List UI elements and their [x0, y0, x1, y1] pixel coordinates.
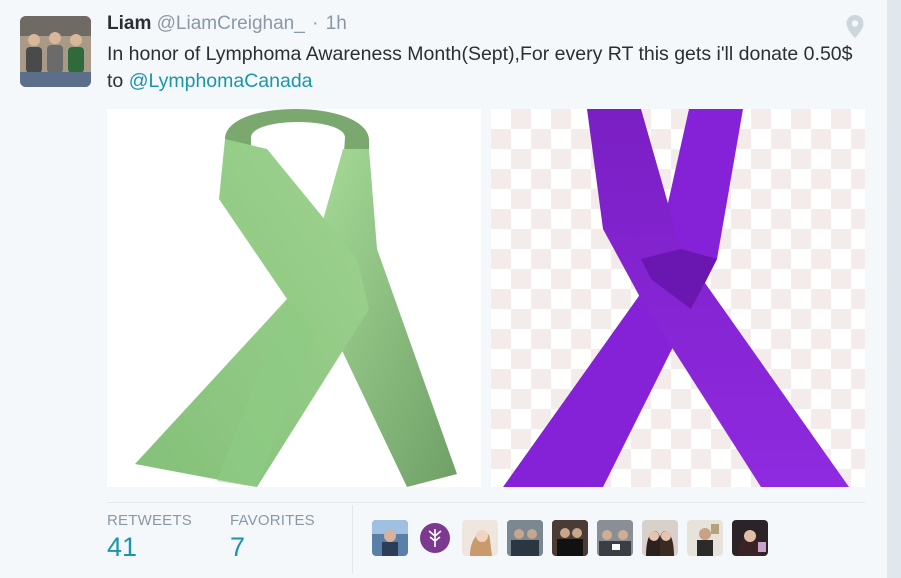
tweet-text: In honor of Lymphoma Awareness Month(Sep…: [107, 41, 867, 95]
favoriters-avatars: [372, 520, 768, 556]
favoriter-avatar[interactable]: [507, 520, 543, 556]
retweets-label[interactable]: RETWEETS: [107, 512, 192, 529]
stats-divider: [107, 502, 865, 503]
green-ribbon-graphic: [135, 109, 457, 487]
separator-dot: ·: [312, 13, 319, 34]
favoriter-avatar[interactable]: [462, 520, 498, 556]
favorites-label[interactable]: FAVORITES: [230, 512, 315, 529]
retweets-count[interactable]: 41: [107, 532, 137, 563]
tweet-header: Liam @LiamCreighan_ · 1h: [107, 13, 347, 35]
favoriter-avatar[interactable]: [642, 520, 678, 556]
purple-ribbon-graphic: [503, 109, 849, 487]
favoriter-avatar[interactable]: [732, 520, 768, 556]
favorites-count[interactable]: 7: [230, 532, 245, 563]
favoriter-avatar[interactable]: [552, 520, 588, 556]
author-name[interactable]: Liam: [107, 13, 151, 34]
map-pin-icon[interactable]: [845, 14, 865, 40]
author-handle[interactable]: @LiamCreighan_: [157, 13, 305, 34]
timestamp[interactable]: 1h: [326, 13, 347, 34]
tweet-card: Liam @LiamCreighan_ · 1h In honor of Lym…: [0, 0, 888, 578]
mention-link[interactable]: @LymphomaCanada: [129, 70, 313, 92]
stats-vertical-divider: [352, 505, 353, 573]
avatar[interactable]: [20, 16, 91, 87]
tweet-image-green-ribbon[interactable]: [107, 109, 481, 487]
favoriter-avatar[interactable]: [372, 520, 408, 556]
favoriter-avatar[interactable]: [417, 520, 453, 556]
favoriter-avatar[interactable]: [597, 520, 633, 556]
favoriter-avatar[interactable]: [687, 520, 723, 556]
tweet-image-purple-ribbon[interactable]: [491, 109, 865, 487]
